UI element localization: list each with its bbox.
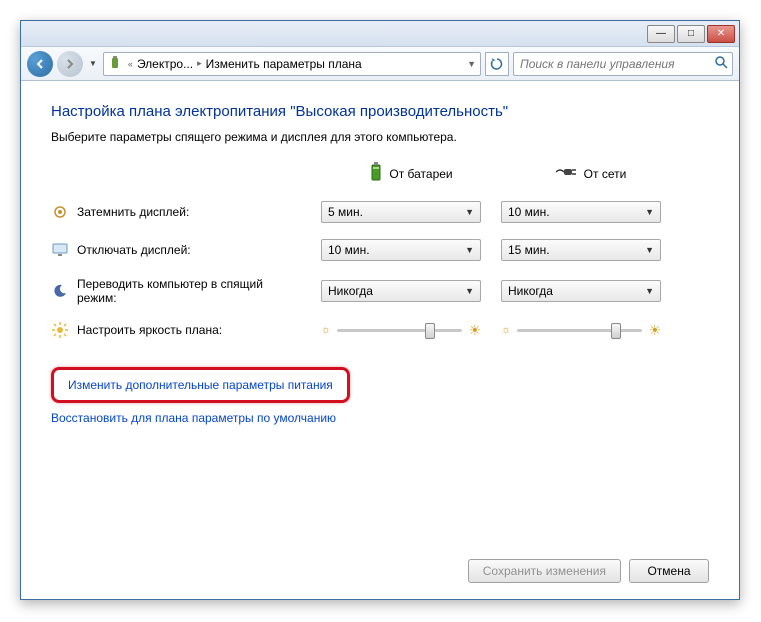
- power-options-icon: [108, 56, 124, 72]
- brightness-label: Настроить яркость плана:: [77, 323, 222, 337]
- slider-track[interactable]: [517, 329, 642, 332]
- breadcrumb-2[interactable]: Изменить параметры плана: [206, 57, 362, 71]
- address-bar[interactable]: « Электро... ▸ Изменить параметры плана …: [103, 52, 481, 76]
- control-panel-window: — □ ✕ ▼ « Электро... ▸ Изменить параметр…: [20, 20, 740, 600]
- brightness-battery-slider[interactable]: ☼ ☀: [321, 322, 481, 339]
- brightness-icon: [51, 321, 69, 339]
- battery-icon: [369, 162, 383, 185]
- slider-thumb[interactable]: [611, 323, 621, 339]
- battery-label: От батареи: [389, 167, 452, 181]
- sleep-label: Переводить компьютер в спящий режим:: [77, 277, 297, 305]
- sun-min-icon: ☼: [321, 324, 331, 336]
- moon-icon: [51, 282, 69, 300]
- turnoff-battery-combo[interactable]: 10 мин.▼: [321, 239, 481, 261]
- turnoff-label: Отключать дисплей:: [77, 243, 191, 257]
- dim-label: Затемнить дисплей:: [77, 205, 189, 219]
- slider-track[interactable]: [337, 329, 462, 332]
- battery-column-header: От батареи: [321, 162, 501, 185]
- content-area: Настройка плана электропитания "Высокая …: [21, 81, 739, 599]
- turnoff-plugged-combo[interactable]: 15 мин.▼: [501, 239, 661, 261]
- breadcrumb-sep: ▸: [197, 58, 202, 69]
- settings-grid: От батареи От сети Затемнить дисплей: 5 …: [51, 162, 709, 339]
- sleep-plugged-combo[interactable]: Никогда▼: [501, 280, 661, 302]
- forward-button[interactable]: [57, 51, 83, 77]
- links-section: Изменить дополнительные параметры питани…: [51, 367, 709, 425]
- monitor-icon: [51, 241, 69, 259]
- dim-icon: [51, 203, 69, 221]
- sun-max-icon: ☀: [648, 322, 661, 339]
- minimize-button[interactable]: —: [647, 25, 675, 43]
- highlighted-link-box: Изменить дополнительные параметры питани…: [51, 367, 350, 403]
- search-icon[interactable]: [714, 55, 728, 72]
- close-button[interactable]: ✕: [707, 25, 735, 43]
- dim-battery-combo[interactable]: 5 мин.▼: [321, 201, 481, 223]
- dim-display-row: Затемнить дисплей:: [51, 203, 321, 221]
- footer-buttons: Сохранить изменения Отмена: [468, 559, 709, 583]
- sun-max-icon: ☀: [468, 322, 481, 339]
- plugged-label: От сети: [584, 167, 627, 181]
- sleep-row: Переводить компьютер в спящий режим:: [51, 277, 321, 305]
- breadcrumb-chev: «: [128, 59, 133, 69]
- plug-icon: [556, 165, 578, 182]
- refresh-button[interactable]: [485, 52, 509, 76]
- save-button[interactable]: Сохранить изменения: [468, 559, 621, 583]
- history-dropdown-icon[interactable]: ▼: [87, 59, 99, 68]
- search-box[interactable]: [513, 52, 733, 76]
- page-subtitle: Выберите параметры спящего режима и дисп…: [51, 130, 709, 144]
- breadcrumb-1[interactable]: Электро...: [137, 57, 193, 71]
- brightness-row: Настроить яркость плана:: [51, 321, 321, 339]
- navigation-bar: ▼ « Электро... ▸ Изменить параметры план…: [21, 47, 739, 81]
- sleep-battery-combo[interactable]: Никогда▼: [321, 280, 481, 302]
- brightness-plugged-slider[interactable]: ☼ ☀: [501, 322, 661, 339]
- search-input[interactable]: [518, 56, 714, 72]
- plugged-column-header: От сети: [501, 165, 681, 182]
- cancel-button[interactable]: Отмена: [629, 559, 709, 583]
- dim-plugged-combo[interactable]: 10 мин.▼: [501, 201, 661, 223]
- restore-defaults-link[interactable]: Восстановить для плана параметры по умол…: [51, 411, 336, 425]
- slider-thumb[interactable]: [425, 323, 435, 339]
- address-dropdown-icon[interactable]: ▼: [467, 59, 476, 69]
- page-title: Настройка плана электропитания "Высокая …: [51, 103, 709, 120]
- sun-min-icon: ☼: [501, 324, 511, 336]
- titlebar: — □ ✕: [21, 21, 739, 47]
- back-button[interactable]: [27, 51, 53, 77]
- maximize-button[interactable]: □: [677, 25, 705, 43]
- advanced-settings-link[interactable]: Изменить дополнительные параметры питани…: [68, 378, 333, 392]
- turnoff-display-row: Отключать дисплей:: [51, 241, 321, 259]
